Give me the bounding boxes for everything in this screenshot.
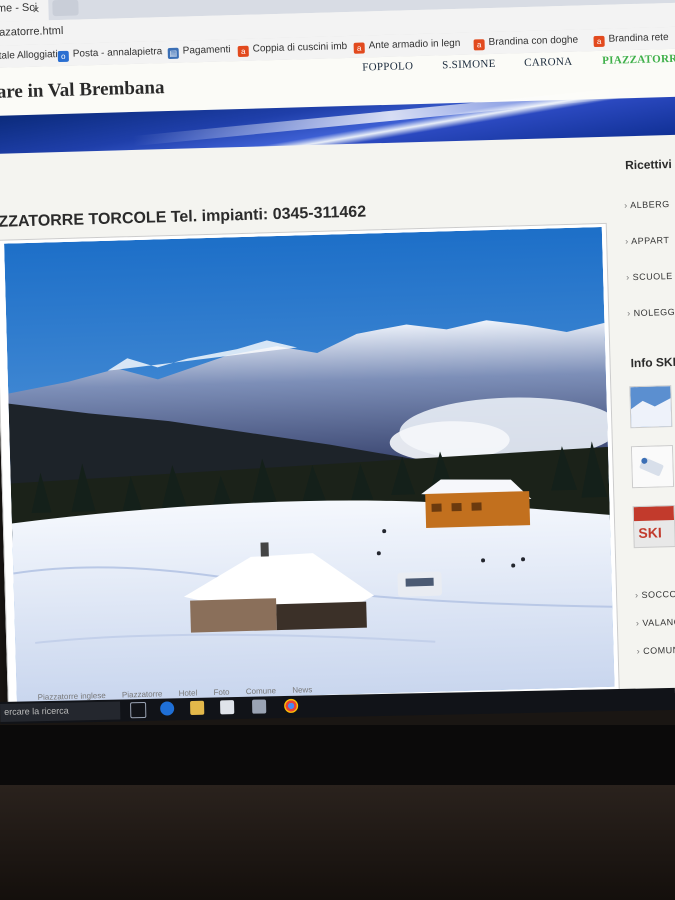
shop-icon: a: [593, 35, 605, 48]
bookmark-ante[interactable]: a Ante armadio in legn: [353, 37, 461, 54]
bookmark-pagamenti[interactable]: ▤ Pagamenti: [167, 44, 231, 60]
bookmark-brandina-rete[interactable]: a Brandina rete: [593, 32, 669, 48]
new-tab-button[interactable]: [52, 0, 79, 17]
edge-icon[interactable]: [160, 701, 175, 716]
bookmark-brandina-doghe[interactable]: a Brandina con doghe: [473, 35, 578, 51]
bookmark-label: Ante armadio in legn: [368, 37, 461, 52]
store-icon[interactable]: [220, 700, 235, 715]
sidebar-heading-info-ski: Info SKI: [630, 354, 675, 371]
bookmark-portale[interactable]: ortale Alloggiati: [0, 49, 58, 62]
monitor-bezel: [0, 725, 675, 785]
nav-ssimone[interactable]: S.SIMONE: [442, 58, 496, 71]
ski-map-thumbnail[interactable]: [629, 385, 673, 429]
mail-icon[interactable]: [252, 699, 267, 714]
ski-logo-thumbnail[interactable]: SKI: [632, 505, 675, 549]
browser-tab[interactable]: ime - Sci ×: [0, 0, 49, 22]
sidebar-item-valanghe[interactable]: VALANGH: [636, 617, 675, 628]
site-header: FOPPOLO S.SIMONE CARONA PIAZZATORRE are …: [0, 48, 675, 154]
document-icon: ▤: [167, 47, 179, 60]
desk-surface: [0, 785, 675, 900]
chrome-icon[interactable]: [284, 698, 299, 714]
bookmark-label: Brandina rete: [608, 32, 669, 45]
ski-pass-thumbnail[interactable]: [630, 445, 675, 489]
bookmark-posta[interactable]: o Posta - annalapietra: [57, 46, 163, 63]
url-text: azatorre.html: [0, 24, 64, 39]
footer-tab-hotel[interactable]: Hotel: [179, 688, 198, 698]
sidebar-item-appartamenti[interactable]: APPART: [625, 235, 669, 246]
sidebar-item-alberghi[interactable]: ALBERG: [624, 199, 670, 210]
footer-tab-foto[interactable]: Foto: [213, 688, 229, 697]
close-icon[interactable]: ×: [32, 3, 39, 17]
bookmark-label: Coppia di cuscini imb: [252, 40, 348, 55]
shop-icon: a: [473, 39, 485, 51]
bookmark-cuscini[interactable]: a Coppia di cuscini imb: [237, 40, 348, 58]
task-view-icon[interactable]: [130, 701, 147, 719]
ski-resort-photo: [4, 226, 615, 704]
shop-icon: a: [237, 45, 249, 58]
bookmark-label: Posta - annalapietra: [72, 46, 163, 60]
header-banner: [0, 96, 675, 154]
footer-tab-news[interactable]: News: [292, 685, 312, 695]
nav-foppolo[interactable]: FOPPOLO: [362, 60, 413, 73]
sidebar-item-soccorso[interactable]: SOCCORS: [635, 589, 675, 601]
nav-carona[interactable]: CARONA: [524, 56, 573, 69]
nav-piazzatorre[interactable]: PIAZZATORRE: [602, 53, 675, 67]
shop-icon: a: [353, 42, 365, 54]
sidebar-item-noleggi[interactable]: NOLEGG: [627, 307, 675, 318]
sidebar-item-comuni[interactable]: COMUNI: [637, 645, 675, 656]
ski-logo-label: SKI: [638, 524, 662, 542]
file-explorer-icon[interactable]: [190, 700, 205, 716]
site-title: are in Val Brembana: [0, 77, 165, 103]
monitor-screen: ime - Sci × azatorre.html ortale Alloggi…: [0, 0, 675, 712]
taskbar-search[interactable]: ercare la ricerca: [0, 701, 121, 722]
photo-frame: [0, 222, 620, 708]
bookmark-label: Pagamenti: [182, 44, 231, 57]
footer-tab-comune[interactable]: Comune: [246, 686, 276, 696]
sidebar-heading-ricettivi: Ricettivi: [624, 156, 672, 173]
sidebar-item-scuole[interactable]: SCUOLE: [626, 271, 673, 282]
bookmark-label: Brandina con doghe: [488, 34, 579, 49]
outlook-icon: o: [57, 50, 69, 63]
bookmark-label: ortale Alloggiati: [0, 49, 58, 62]
page-heading: ZZATORRE TORCOLE Tel. impianti: 0345-311…: [0, 203, 367, 231]
